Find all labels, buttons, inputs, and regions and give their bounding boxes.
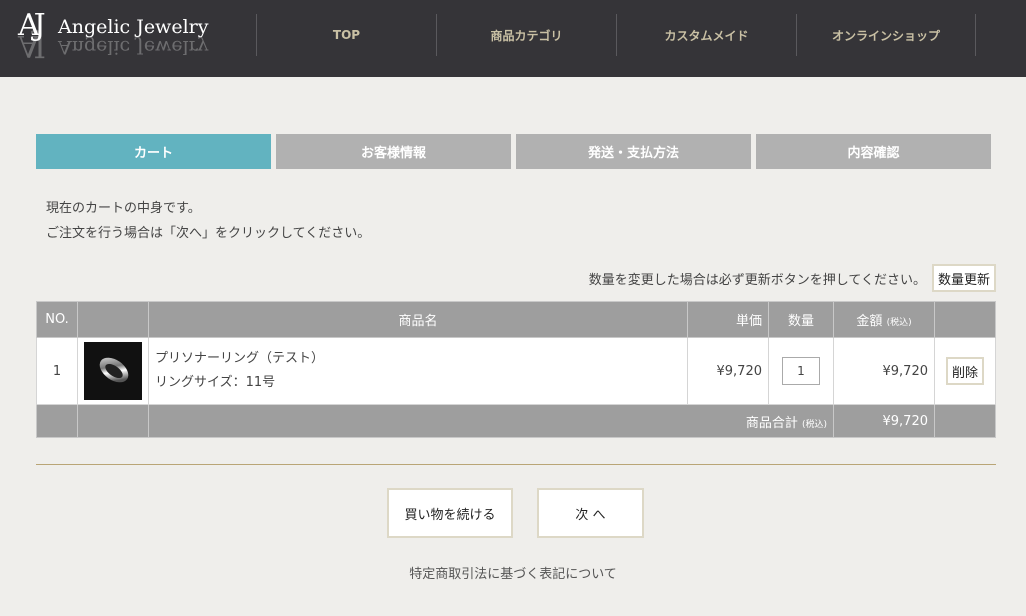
product-name[interactable]: プリソナーリング（テスト） xyxy=(155,347,681,371)
update-note: 数量を変更した場合は必ず更新ボタンを押してください。 xyxy=(588,272,926,288)
step-cart: カート xyxy=(36,134,271,169)
header-delete xyxy=(934,301,996,338)
total-amount: ¥9,720 xyxy=(833,404,935,438)
total-label: 商品合計 xyxy=(745,415,798,431)
total-empty-3 xyxy=(934,404,996,438)
step-confirm: 内容確認 xyxy=(756,134,991,169)
site-header: AJ AJ Angelic Jewelry Angelic Jewelry TO… xyxy=(0,0,1026,77)
total-empty-1 xyxy=(36,404,78,438)
row-image-cell xyxy=(77,337,149,405)
logo-text-reflection: Angelic Jewelry xyxy=(58,36,209,58)
logo-mark-reflection: AJ xyxy=(18,28,40,63)
header-name: 商品名 xyxy=(148,301,688,338)
site-logo[interactable]: AJ AJ Angelic Jewelry Angelic Jewelry xyxy=(18,6,208,72)
legal-notice-link[interactable]: 特定商取引法に基づく表記について xyxy=(0,563,1026,582)
row-no: 1 xyxy=(36,337,78,405)
checkout-steps: カート お客様情報 発送・支払方法 内容確認 xyxy=(36,134,996,169)
quantity-input[interactable]: 1 xyxy=(782,357,820,385)
logo-text: Angelic Jewelry xyxy=(58,16,209,38)
main-nav: TOP 商品カテゴリ カスタムメイド オンラインショップ xyxy=(256,14,976,56)
header-amount-label: 金額 xyxy=(856,314,883,329)
table-row: 1 プリソナーリング（テスト） リングサイズ：11号 ¥9,720 1 ¥9,7… xyxy=(36,337,996,405)
nav-custom-made[interactable]: カスタムメイド xyxy=(616,14,796,56)
header-unit-price: 単価 xyxy=(687,301,769,338)
row-name-cell: プリソナーリング（テスト） リングサイズ：11号 xyxy=(148,337,688,405)
continue-shopping-button[interactable]: 買い物を続ける xyxy=(387,488,513,538)
nav-product-category[interactable]: 商品カテゴリ xyxy=(436,14,616,56)
nav-online-shop[interactable]: オンラインショップ xyxy=(796,14,976,56)
intro-line-2: ご注文を行う場合は「次へ」をクリックしてください。 xyxy=(46,226,371,241)
step-shipping-payment: 発送・支払方法 xyxy=(516,134,751,169)
table-header-row: NO. 商品名 単価 数量 金額 (税込) xyxy=(36,301,996,338)
row-delete-cell: 削除 xyxy=(934,337,996,405)
row-quantity-cell: 1 xyxy=(768,337,834,405)
header-image xyxy=(77,301,149,338)
update-quantity-button[interactable]: 数量更新 xyxy=(931,264,996,292)
total-row: 商品合計 (税込) ¥9,720 xyxy=(36,404,996,438)
row-unit-price: ¥9,720 xyxy=(687,337,769,405)
cart-table: NO. 商品名 単価 数量 金額 (税込) 1 プリソナーリング（テスト） リン… xyxy=(36,301,996,438)
header-amount-tax: (税込) xyxy=(886,318,912,328)
product-option: リングサイズ：11号 xyxy=(155,375,276,390)
total-tax-note: (税込) xyxy=(801,419,827,430)
intro-line-1: 現在のカートの中身です。 xyxy=(46,201,201,216)
total-empty-2 xyxy=(77,404,149,438)
header-no: NO. xyxy=(36,301,78,338)
next-button[interactable]: 次 へ xyxy=(537,488,644,538)
update-row: 数量を変更した場合は必ず更新ボタンを押してください。 数量更新 xyxy=(589,264,996,292)
product-thumbnail[interactable] xyxy=(84,342,142,400)
nav-top[interactable]: TOP xyxy=(256,14,436,56)
header-amount: 金額 (税込) xyxy=(833,301,935,338)
divider xyxy=(36,464,996,465)
row-amount: ¥9,720 xyxy=(833,337,935,405)
cart-intro: 現在のカートの中身です。 ご注文を行う場合は「次へ」をクリックしてください。 xyxy=(46,196,370,246)
step-customer-info: お客様情報 xyxy=(276,134,511,169)
delete-button[interactable]: 削除 xyxy=(946,357,984,385)
total-label-cell: 商品合計 (税込) xyxy=(148,404,834,438)
header-quantity: 数量 xyxy=(768,301,834,338)
